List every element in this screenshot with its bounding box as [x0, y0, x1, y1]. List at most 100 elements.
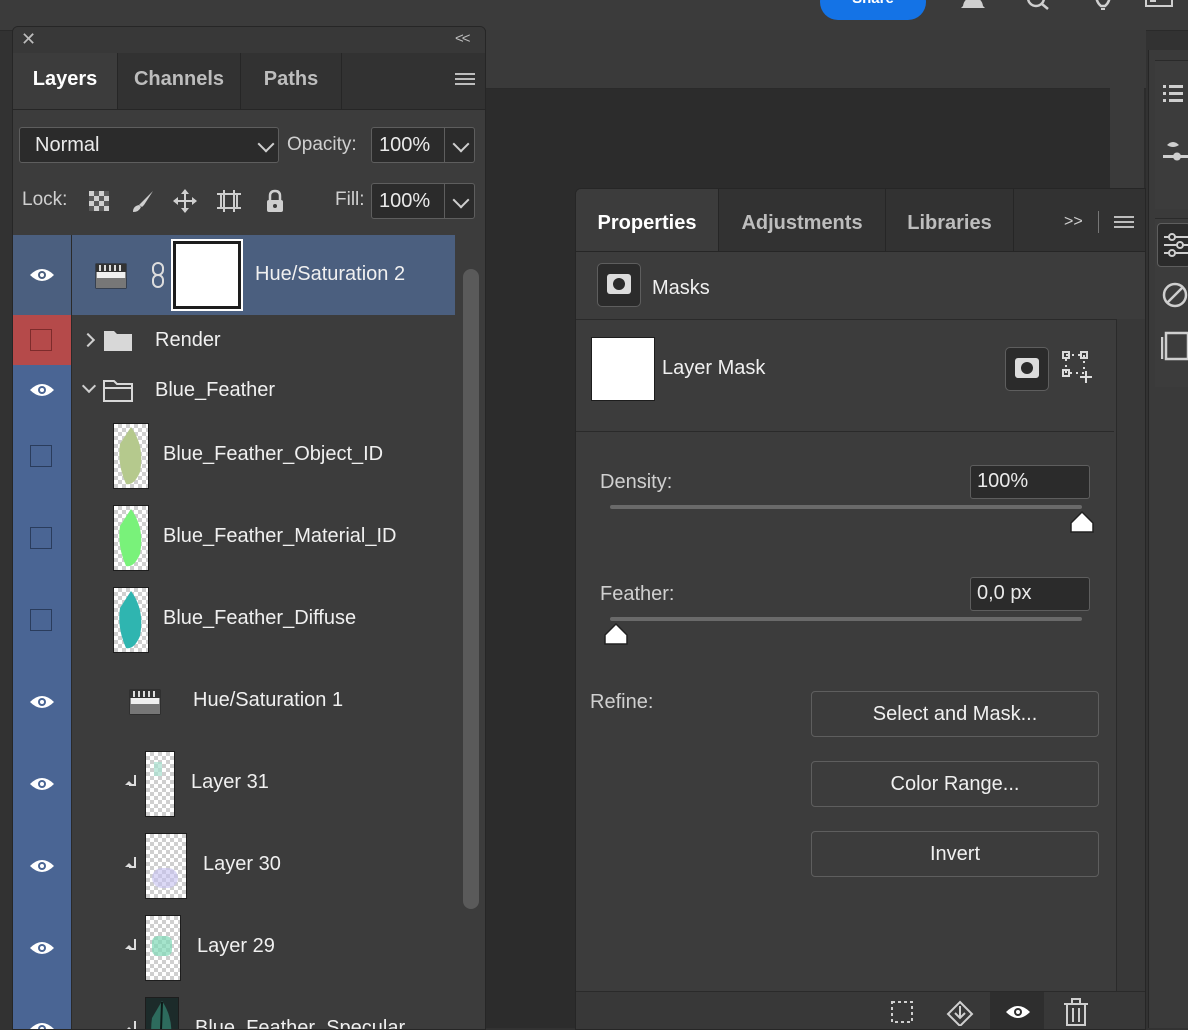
- fill-label: Fill:: [335, 189, 365, 210]
- visibility-toggle[interactable]: [13, 907, 72, 989]
- dock-group-2: [1155, 218, 1188, 387]
- panel-menu-icon[interactable]: [455, 73, 475, 89]
- eye-icon: [30, 942, 54, 954]
- layer-thumbnail[interactable]: [113, 423, 149, 489]
- search-icon[interactable]: [1022, 0, 1052, 16]
- layer-thumbnail[interactable]: [145, 915, 181, 981]
- collapse-icon[interactable]: <<: [455, 30, 470, 47]
- folder-icon: [104, 331, 132, 351]
- density-label: Density:: [600, 471, 673, 493]
- apply-mask-icon[interactable]: [946, 1000, 974, 1026]
- adjustments-icon[interactable]: [1161, 281, 1188, 309]
- vector-mask-add-icon[interactable]: [1062, 351, 1094, 383]
- density-field[interactable]: 100%: [970, 465, 1090, 499]
- eye-icon: [30, 384, 54, 396]
- chevron-down-icon[interactable]: [452, 135, 470, 153]
- tab-adjustments[interactable]: Adjustments: [719, 189, 886, 251]
- tab-layers[interactable]: Layers: [13, 53, 118, 109]
- libraries-icon[interactable]: [1161, 331, 1188, 361]
- layer-row[interactable]: Layer 30: [13, 825, 455, 908]
- visibility-toggle[interactable]: [13, 497, 72, 579]
- layer-mask-thumbnail[interactable]: [171, 239, 243, 311]
- visibility-toggle[interactable]: [13, 235, 72, 315]
- panel-menu-icon[interactable]: [1114, 216, 1134, 231]
- properties-dock-button[interactable]: [1157, 223, 1188, 267]
- panel-header: [13, 27, 485, 53]
- close-icon[interactable]: ✕: [21, 29, 36, 50]
- list-icon[interactable]: [1163, 83, 1183, 105]
- layer-row[interactable]: Blue_Feather_Specular: [13, 989, 455, 1029]
- visibility-toggle[interactable]: [13, 661, 72, 743]
- blend-mode-select[interactable]: Normal: [19, 127, 279, 163]
- chevron-right-icon[interactable]: [80, 332, 96, 348]
- layer-row[interactable]: Blue_Feather_Diffuse: [13, 579, 455, 662]
- lock-artboard-icon[interactable]: [217, 189, 241, 213]
- tab-properties[interactable]: Properties: [576, 189, 719, 251]
- invert-button[interactable]: Invert: [811, 831, 1099, 877]
- visibility-toggle[interactable]: [13, 989, 72, 1029]
- link-icon[interactable]: [151, 261, 165, 289]
- feather-slider-thumb[interactable]: [604, 623, 628, 645]
- pixel-mask-button[interactable]: [1005, 347, 1049, 391]
- layer-name: Hue/Saturation 2: [255, 263, 406, 285]
- brush-settings-icon[interactable]: [1163, 139, 1188, 165]
- layer-row[interactable]: Blue_Feather_Object_ID: [13, 415, 455, 498]
- feather-label: Feather:: [600, 583, 675, 605]
- folder-open-icon: [103, 380, 133, 402]
- layer-thumbnail[interactable]: [145, 997, 179, 1029]
- chevron-down-icon[interactable]: [452, 191, 470, 209]
- density-slider-thumb[interactable]: [1070, 511, 1094, 533]
- visibility-toggle[interactable]: [13, 579, 72, 661]
- color-range-button[interactable]: Color Range...: [811, 761, 1099, 807]
- layer-row[interactable]: Blue_Feather_Material_ID: [13, 497, 455, 580]
- lock-transparent-pixels-icon[interactable]: [87, 189, 111, 213]
- bell-icon[interactable]: [958, 0, 988, 16]
- opacity-field[interactable]: 100%: [371, 127, 475, 163]
- layer-thumbnail[interactable]: [145, 833, 187, 899]
- layer-thumbnail[interactable]: [113, 505, 149, 571]
- fill-field[interactable]: 100%: [371, 183, 475, 219]
- layer-row[interactable]: Layer 29: [13, 907, 455, 990]
- feather-slider-track[interactable]: [610, 617, 1082, 621]
- right-panel-dock: [1148, 50, 1188, 1028]
- lock-image-pixels-icon[interactable]: [131, 189, 155, 213]
- layers-scrollbar-thumb[interactable]: [463, 269, 479, 909]
- workspace-icon[interactable]: [1144, 0, 1174, 16]
- chevron-down-icon[interactable]: [81, 378, 97, 394]
- lock-all-icon[interactable]: [263, 189, 287, 213]
- layer-thumbnail[interactable]: [113, 587, 149, 653]
- tab-libraries[interactable]: Libraries: [886, 189, 1014, 251]
- lock-position-icon[interactable]: [173, 189, 197, 213]
- visibility-toggle[interactable]: [13, 365, 72, 415]
- layer-row[interactable]: Blue_Feather: [13, 365, 455, 416]
- tab-channels[interactable]: Channels: [118, 53, 241, 109]
- trash-icon[interactable]: [1064, 998, 1088, 1026]
- hidden-visibility-box: [30, 609, 52, 631]
- more-tabs-icon[interactable]: >>: [1064, 213, 1083, 231]
- load-selection-icon[interactable]: [890, 1000, 914, 1024]
- visibility-toggle[interactable]: [13, 825, 72, 907]
- divider: [576, 431, 1114, 432]
- share-button[interactable]: Share: [820, 0, 926, 20]
- lightbulb-icon[interactable]: [1088, 0, 1118, 16]
- density-slider-track[interactable]: [610, 505, 1082, 509]
- visibility-toggle[interactable]: [13, 315, 72, 365]
- layer-name: Blue_Feather_Material_ID: [163, 525, 397, 547]
- toggle-mask-visibility-button[interactable]: [990, 992, 1044, 1029]
- layer-mask-thumbnail[interactable]: [591, 337, 655, 401]
- layer-thumbnail[interactable]: [145, 751, 175, 817]
- layer-name: Blue_Feather_Diffuse: [163, 607, 357, 629]
- layer-row[interactable]: Render: [13, 315, 455, 366]
- visibility-toggle[interactable]: [13, 415, 72, 497]
- layer-row[interactable]: Layer 31: [13, 743, 455, 826]
- select-and-mask-button[interactable]: Select and Mask...: [811, 691, 1099, 737]
- tab-paths[interactable]: Paths: [241, 53, 342, 109]
- layer-row[interactable]: Hue/Saturation 1: [13, 661, 455, 744]
- mask-type-button[interactable]: [597, 263, 641, 307]
- sliders-icon: [1164, 233, 1188, 257]
- feather-field[interactable]: 0,0 px: [970, 577, 1090, 611]
- visibility-toggle[interactable]: [13, 743, 72, 825]
- properties-scrollbar[interactable]: [1116, 319, 1145, 991]
- tab-divider: [1098, 211, 1099, 233]
- layer-row[interactable]: Hue/Saturation 2: [13, 235, 455, 316]
